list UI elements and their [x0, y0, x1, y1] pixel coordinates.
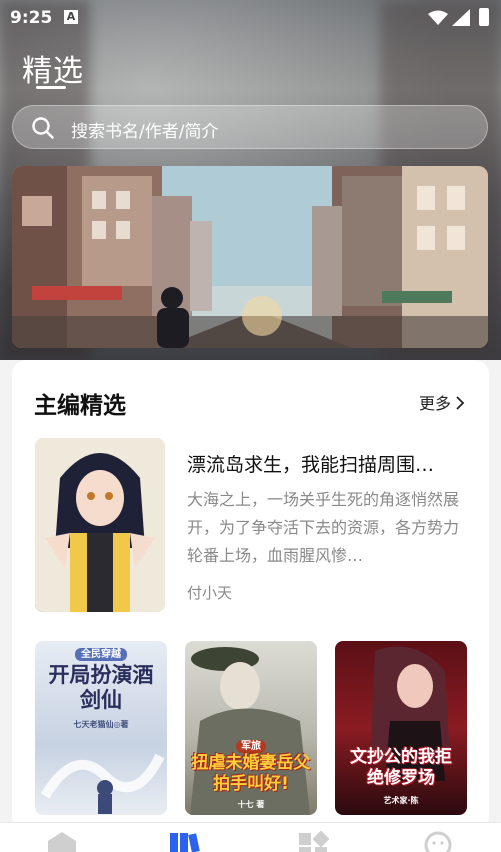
featured-book-author: 付小天: [187, 584, 233, 602]
book-cover-3[interactable]: 文抄公的我拒绝修罗场 艺术家·陈: [335, 641, 467, 815]
search-icon: [32, 117, 54, 139]
section-title: 主编精选: [34, 393, 126, 419]
book-1-author: 七天老猫仙◎著: [73, 720, 129, 729]
search-placeholder: 搜索书名/作者/简介: [71, 122, 219, 142]
profile-icon[interactable]: [424, 831, 452, 852]
library-icon[interactable]: [168, 831, 202, 852]
book-3-author: 艺术家·陈: [383, 796, 419, 805]
wifi-icon: [428, 10, 448, 25]
featured-book-description: 大海之上，一场关乎生死的角逐悄然展开，为了争夺活下去的资源，各方势力轮番上场，血…: [187, 490, 460, 565]
book-cover-2[interactable]: 军旅 扭虐未婚妻岳父拍手叫好! 十七 著: [185, 641, 317, 815]
book-3-title: 文抄公的我拒绝修罗场: [350, 747, 452, 788]
title-underline: [36, 86, 66, 89]
book-2-title: 扭虐未婚妻岳父拍手叫好!: [191, 753, 311, 794]
chevron-right-icon: [455, 394, 465, 413]
city-street-illustration: [12, 166, 488, 348]
page-title: 精选: [22, 54, 84, 89]
book-cover-1[interactable]: 全民穿越 开局扮演酒剑仙 七天老猫仙◎著: [35, 641, 167, 815]
more-button[interactable]: 更多: [419, 390, 465, 414]
bottom-navigation: [0, 822, 501, 852]
editors-picks-section: 主编精选 更多 漂流岛求生，我能扫描周围… 大海之上，一场关乎生死的角逐悄然展开…: [12, 360, 489, 830]
status-time: 9:25: [10, 8, 53, 28]
battery-icon: [479, 8, 489, 26]
anime-girl-illustration: [35, 438, 165, 612]
promo-banner[interactable]: [12, 166, 488, 348]
featured-book-title: 漂流岛求生，我能扫描周围…: [187, 454, 435, 476]
notification-a-icon: A: [64, 10, 78, 24]
category-icon[interactable]: [297, 831, 329, 852]
dragon-illustration: [40, 753, 165, 814]
status-bar: 9:25 A: [0, 0, 501, 34]
book-2-author: 十七 著: [237, 800, 265, 809]
featured-book-cover[interactable]: [35, 438, 165, 612]
search-bar[interactable]: 搜索书名/作者/简介: [12, 105, 488, 149]
book-2-tag: 军旅: [236, 740, 266, 753]
signal-icon: [452, 9, 470, 26]
more-label: 更多: [419, 394, 452, 413]
book-1-title: 开局扮演酒剑仙: [48, 663, 154, 712]
book-1-tag: 全民穿越: [75, 648, 127, 661]
home-icon[interactable]: [46, 831, 78, 852]
